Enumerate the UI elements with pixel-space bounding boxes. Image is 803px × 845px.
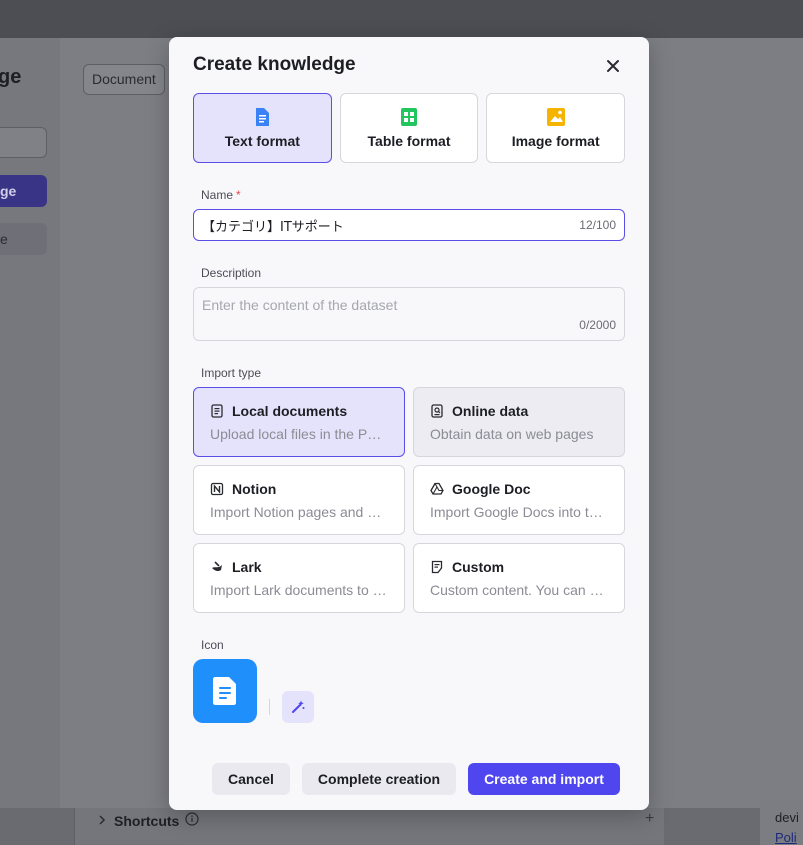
import-option-online-data[interactable]: Online data Obtain data on web pages (413, 387, 625, 457)
magic-wand-icon (292, 700, 305, 713)
info-icon (185, 812, 199, 829)
modal-footer: Cancel Complete creation Create and impo… (212, 763, 620, 795)
description-field: 0/2000 (193, 287, 625, 341)
close-icon (607, 60, 619, 72)
background-filter-chip: Document (83, 64, 165, 95)
icon-divider (269, 699, 270, 715)
import-option-head: Lark (210, 558, 388, 576)
import-option-desc: Import Google Docs into the knowledge ba… (430, 504, 608, 520)
image-icon (546, 108, 565, 126)
import-option-head: Local documents (210, 402, 388, 420)
import-option-title: Lark (232, 559, 262, 575)
generate-icon-button[interactable] (282, 691, 314, 723)
create-knowledge-modal: Create knowledge Text format Table forma… (169, 37, 649, 810)
background-secondary-button: e (0, 223, 47, 255)
description-counter: 0/2000 (579, 318, 616, 332)
create-and-import-button[interactable]: Create and import (468, 763, 620, 795)
import-option-desc: Import Notion pages and databases (210, 504, 388, 520)
import-option-head: Online data (430, 402, 608, 420)
description-input[interactable] (202, 294, 582, 316)
notion-icon (210, 482, 224, 496)
lark-icon (212, 561, 222, 572)
complete-creation-button[interactable]: Complete creation (301, 763, 457, 795)
description-label: Description (201, 266, 262, 280)
import-option-title: Notion (232, 481, 277, 497)
import-option-desc: Custom content. You can enter data manua… (430, 582, 608, 598)
format-selector: Text format Table format Image format (193, 93, 626, 163)
app-top-bar (0, 0, 803, 38)
document-icon (213, 677, 236, 705)
format-label: Table format (367, 133, 451, 149)
background-shortcuts: Shortcuts (96, 812, 199, 829)
import-option-desc: Obtain data on web pages (430, 426, 594, 442)
required-mark: * (236, 188, 241, 202)
import-option-title: Local documents (232, 403, 348, 419)
import-option-head: Custom (430, 558, 608, 576)
import-option-local-documents[interactable]: Local documents Upload local files in th… (193, 387, 405, 457)
chevron-right-icon (96, 813, 108, 829)
background-add-shortcut: + (645, 810, 655, 827)
modal-title: Create knowledge (193, 54, 356, 75)
import-type-label: Import type (201, 366, 262, 380)
name-label: Name * (201, 188, 241, 202)
import-option-custom[interactable]: Custom Custom content. You can enter dat… (413, 543, 625, 613)
name-field: 12/100 (193, 209, 625, 241)
format-option-table[interactable]: Table format (339, 93, 479, 163)
import-option-head: Notion (210, 480, 388, 498)
background-primary-button: ge (0, 175, 47, 207)
icon-label: Icon (201, 638, 224, 652)
format-option-image[interactable]: Image format (486, 93, 626, 163)
background-right-link: Poli (775, 830, 797, 845)
import-option-google-doc[interactable]: Google Doc Import Google Docs into the k… (413, 465, 625, 535)
web-page-icon (431, 404, 443, 418)
text-file-icon (256, 108, 270, 126)
import-option-title: Custom (452, 559, 505, 575)
import-option-title: Online data (452, 403, 529, 419)
import-option-head: Google Doc (430, 480, 608, 498)
format-label: Text format (224, 133, 300, 149)
import-option-title: Google Doc (452, 481, 531, 497)
import-type-grid: Local documents Upload local files in th… (193, 387, 625, 613)
background-page-title: ge (0, 66, 22, 88)
format-option-text[interactable]: Text format (193, 93, 332, 163)
name-input[interactable] (202, 210, 562, 240)
background-right-text: devi Poli (775, 808, 799, 845)
shortcuts-label: Shortcuts (114, 812, 180, 829)
google-drive-icon (430, 482, 444, 495)
format-label: Image format (511, 133, 600, 149)
import-option-desc: Import Lark documents to the knowledge b… (210, 582, 388, 598)
import-option-lark[interactable]: Lark Import Lark documents to the knowle… (193, 543, 405, 613)
name-label-text: Name (201, 188, 234, 202)
import-option-desc: Upload local files in the PDF, TXT, DOC,… (210, 426, 388, 442)
name-counter: 12/100 (579, 218, 616, 232)
table-icon (401, 108, 417, 126)
import-option-notion[interactable]: Notion Import Notion pages and databases (193, 465, 405, 535)
close-button[interactable] (601, 54, 625, 78)
cancel-button[interactable]: Cancel (212, 763, 290, 795)
custom-doc-icon (431, 560, 443, 574)
knowledge-icon-tile[interactable] (193, 659, 257, 723)
background-right-label: devi (775, 810, 799, 825)
document-icon (211, 404, 223, 418)
background-search-input (0, 127, 47, 158)
